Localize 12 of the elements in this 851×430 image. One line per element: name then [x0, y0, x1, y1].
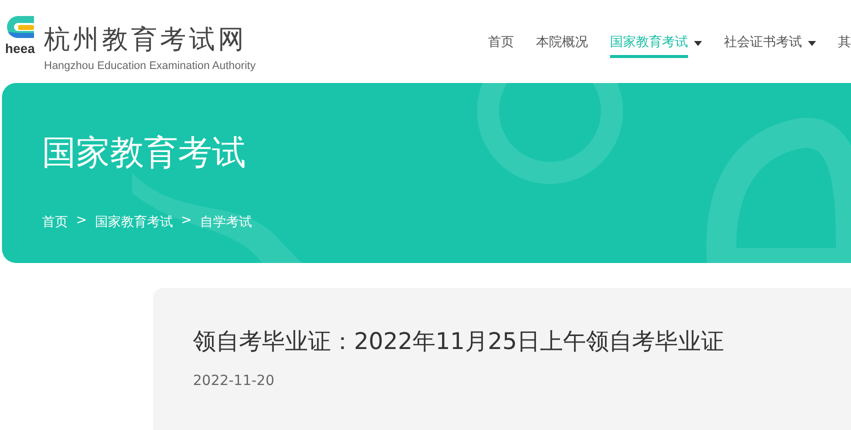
nav-item[interactable]: 本院概况 — [536, 29, 588, 58]
nav-item[interactable]: 首页 — [488, 29, 514, 58]
logo-mark: heea — [5, 42, 35, 56]
article-date: 2022-11-20 — [193, 373, 276, 389]
site-subtitle: Hangzhou Education Examination Authority — [44, 60, 256, 72]
nav-item[interactable]: 其 — [838, 29, 851, 58]
nav-item[interactable]: 社会证书考试 — [724, 29, 802, 58]
article-title[interactable]: 领自考毕业证：2022年11月25日上午领自考毕业证 — [193, 326, 811, 357]
banner-title: 国家教育考试 — [42, 132, 247, 175]
breadcrumb-separator: > — [180, 213, 192, 230]
site-title: 杭州教育考试网 — [44, 24, 248, 56]
breadcrumb-separator: > — [76, 213, 87, 230]
